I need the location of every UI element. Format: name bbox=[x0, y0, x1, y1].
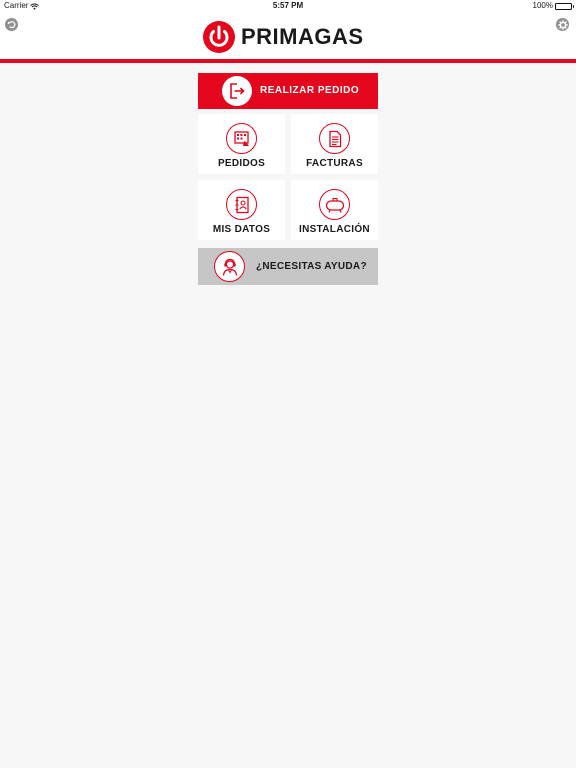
invoice-document-icon bbox=[328, 130, 341, 147]
tile-facturas[interactable]: FACTURAS bbox=[291, 114, 378, 174]
contact-book-icon bbox=[235, 196, 249, 213]
tile-label-facturas: FACTURAS bbox=[306, 158, 363, 169]
tile-icon-circle bbox=[319, 123, 350, 154]
tile-icon-circle bbox=[319, 189, 350, 220]
back-arrow-icon bbox=[7, 21, 16, 29]
tile-icon-circle bbox=[226, 189, 257, 220]
tile-mis-datos[interactable]: MIS DATOS bbox=[198, 180, 285, 240]
header-accent-bar bbox=[0, 59, 576, 63]
tile-label-instalacion: INSTALACIÓN bbox=[299, 224, 370, 235]
realizar-pedido-button[interactable]: REALIZAR PEDIDO bbox=[198, 73, 378, 109]
back-button[interactable] bbox=[5, 18, 18, 31]
order-form-icon bbox=[233, 130, 249, 146]
power-logo-icon bbox=[203, 21, 235, 53]
help-button[interactable]: ¿NECESITAS AYUDA? bbox=[198, 248, 378, 285]
tile-label-pedidos: PEDIDOS bbox=[217, 158, 266, 169]
help-icon-circle bbox=[214, 251, 245, 282]
tile-icon-circle bbox=[226, 123, 257, 154]
status-bar: Carrier 5:57 PM 100% bbox=[0, 0, 576, 12]
primagas-logo: PRIMAGAS bbox=[203, 21, 364, 53]
battery-icon bbox=[555, 2, 574, 10]
settings-button[interactable] bbox=[556, 18, 569, 31]
primary-label: REALIZAR PEDIDO bbox=[260, 85, 360, 96]
help-label: ¿NECESITAS AYUDA? bbox=[256, 261, 367, 272]
primary-icon-circle bbox=[222, 76, 252, 106]
tile-instalacion[interactable]: INSTALACIÓN bbox=[291, 180, 378, 240]
gas-tank-icon bbox=[325, 197, 344, 213]
exit-arrow-icon bbox=[230, 83, 245, 99]
tile-pedidos[interactable]: PEDIDOS bbox=[198, 114, 285, 174]
support-agent-icon bbox=[222, 258, 237, 276]
battery-info: 100% bbox=[532, 0, 574, 12]
gear-icon bbox=[557, 19, 568, 30]
app-header: PRIMAGAS bbox=[0, 12, 576, 59]
battery-percent: 100% bbox=[532, 1, 553, 10]
brand-name: PRIMAGAS bbox=[241, 24, 364, 49]
status-time: 5:57 PM bbox=[272, 1, 304, 10]
tile-label-mis-datos: MIS DATOS bbox=[212, 224, 271, 235]
